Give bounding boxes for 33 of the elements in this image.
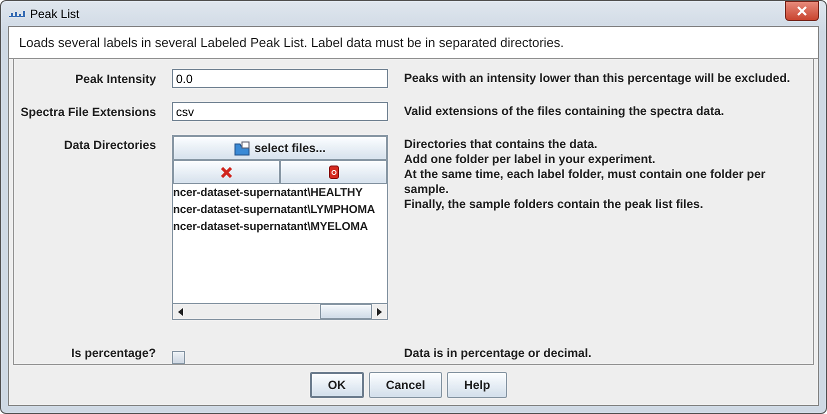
folder-icon xyxy=(234,140,250,156)
left-arrow-icon[interactable] xyxy=(178,308,183,316)
cross-icon xyxy=(221,166,232,178)
text-field[interactable]: csv xyxy=(172,102,388,121)
help-text: Peaks with an intensity lower than this percentage will be excluded. xyxy=(404,71,792,86)
close-icon xyxy=(797,6,807,16)
dialog-button[interactable]: Cancel xyxy=(368,372,442,398)
window-title: Peak List xyxy=(30,6,80,20)
description-text: Loads several labels in several Labeled Peak List. Label data must be in separated directories. xyxy=(9,27,818,59)
checkbox[interactable] xyxy=(172,351,185,364)
field-label: Is percentage? xyxy=(70,345,156,362)
right-arrow-icon[interactable] xyxy=(377,308,382,316)
horizontal-scrollbar[interactable] xyxy=(173,303,387,319)
help-text: Directories that contains the data. xyxy=(404,137,598,152)
close-button[interactable] xyxy=(785,1,819,21)
text-field[interactable]: 0.0 xyxy=(172,69,388,88)
help-text: Finally, the sample folders contain the peak list files. xyxy=(404,197,704,212)
help-text: Valid extensions of the files containing the spectra data. xyxy=(404,104,726,119)
dialog-button[interactable]: OK xyxy=(310,372,364,398)
help-text: Data is in percentage or decimal. xyxy=(404,346,592,361)
help-text: Add one folder per label in your experiment. xyxy=(404,152,656,167)
directory-item[interactable]: ncer-dataset-supernatant\HEALTHY xyxy=(173,186,387,200)
app-icon xyxy=(9,10,25,16)
remove-button[interactable] xyxy=(173,160,280,184)
directory-item[interactable]: ncer-dataset-supernatant\LYMPHOMA xyxy=(173,203,387,217)
clear-button[interactable] xyxy=(280,160,387,184)
field-label: Spectra File Extensions xyxy=(20,104,156,121)
dialog-button[interactable]: Help xyxy=(447,372,508,398)
help-text: At the same time, each label folder, must contain one folder per sample. xyxy=(404,167,766,197)
directory-item[interactable]: ncer-dataset-supernatant\MYELOMA xyxy=(173,220,387,234)
select-files-button[interactable]: select files... xyxy=(173,136,387,160)
field-label: Data Directories xyxy=(62,137,156,154)
field-label: Peak Intensity xyxy=(74,71,156,88)
